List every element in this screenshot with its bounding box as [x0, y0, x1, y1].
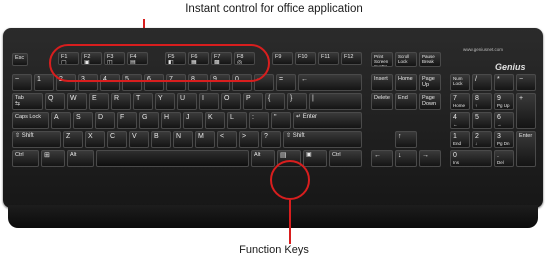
key-f[interactable]: F	[117, 112, 137, 129]
key-p[interactable]: P	[243, 93, 263, 110]
key-j[interactable]: J	[183, 112, 203, 129]
brand-logo: Genius	[495, 62, 526, 72]
key-numpad-2[interactable]: 2 ↓	[472, 131, 492, 148]
key-space[interactable]	[96, 150, 249, 167]
fn-key-highlight	[270, 160, 310, 200]
key-left-ctrl[interactable]: Ctrl	[12, 150, 39, 167]
key-period[interactable]: >	[239, 131, 259, 148]
key-right-bracket[interactable]: }	[287, 93, 307, 110]
key-left-bracket[interactable]: {	[265, 93, 285, 110]
key-num-lock[interactable]: Num Lock	[450, 74, 470, 91]
key-backslash[interactable]: |	[309, 93, 362, 110]
key-arrow-down[interactable]: ↓	[395, 150, 417, 167]
key-caps-lock[interactable]: Caps Lock	[12, 112, 49, 129]
key-enter[interactable]: ↵ Enter	[293, 112, 362, 129]
key-f9[interactable]: F9	[272, 52, 293, 65]
key-numpad-minus[interactable]: −	[516, 74, 536, 91]
key-arrow-left[interactable]: ←	[371, 150, 393, 167]
key-arrow-right[interactable]: →	[419, 150, 441, 167]
key-page-down[interactable]: Page Down	[419, 93, 441, 110]
menu-icon: ▤	[280, 152, 287, 159]
key-numpad-9[interactable]: 9 Pg Up	[494, 93, 514, 110]
key-numpad-1[interactable]: 1 End	[450, 131, 470, 148]
key-numpad-enter[interactable]: Enter	[516, 131, 536, 167]
bottom-callout-line	[289, 200, 291, 244]
key-delete[interactable]: Delete	[371, 93, 393, 110]
key-e[interactable]: E	[89, 93, 109, 110]
key-l[interactable]: L	[227, 112, 247, 129]
key-windows[interactable]: ⊞	[41, 150, 65, 167]
function-keys-callout: Function Keys	[239, 244, 309, 256]
key-n[interactable]: N	[173, 131, 193, 148]
key-numpad-6[interactable]: 6 →	[494, 112, 514, 129]
key-page-up[interactable]: Page Up	[419, 74, 441, 91]
key-c[interactable]: C	[107, 131, 127, 148]
key-numpad-multiply[interactable]: *	[494, 74, 514, 91]
key-numpad-decimal[interactable]: . Del	[494, 150, 514, 167]
key-i[interactable]: I	[199, 93, 219, 110]
key-numpad-divide[interactable]: /	[472, 74, 492, 91]
key-esc[interactable]: Esc	[12, 53, 28, 66]
key-numpad-0[interactable]: 0 Ins	[450, 150, 492, 167]
key-semicolon[interactable]: :	[249, 112, 269, 129]
key-left-alt[interactable]: Alt	[67, 150, 94, 167]
key-insert[interactable]: Insert	[371, 74, 393, 91]
key-v[interactable]: V	[129, 131, 149, 148]
key-comma[interactable]: <	[217, 131, 237, 148]
key-slash[interactable]: ?	[261, 131, 281, 148]
key-b[interactable]: B	[151, 131, 171, 148]
key-equals[interactable]: =	[276, 74, 296, 91]
key-f12[interactable]: F12	[341, 52, 362, 65]
key-m[interactable]: M	[195, 131, 215, 148]
key-numpad-3[interactable]: 3 Pg Dn	[494, 131, 514, 148]
key-numpad-7[interactable]: 7 Home	[450, 93, 470, 110]
key-numpad-4[interactable]: 4 ←	[450, 112, 470, 129]
fn-key-icon: ▣	[306, 152, 312, 158]
key-numpad-plus[interactable]: +	[516, 93, 536, 129]
key-f10[interactable]: F10	[295, 52, 316, 65]
key-f11[interactable]: F11	[318, 52, 339, 65]
palm-rest	[8, 205, 538, 228]
key-grave[interactable]: ~	[12, 74, 32, 91]
windows-icon: ⊞	[44, 152, 50, 159]
key-a[interactable]: A	[51, 112, 71, 129]
key-numpad-5[interactable]: 5	[472, 112, 492, 129]
key-print-screen[interactable]: Print Screen SysRq	[371, 52, 393, 67]
key-d[interactable]: D	[95, 112, 115, 129]
key-end[interactable]: End	[395, 93, 417, 110]
key-quote[interactable]: "	[271, 112, 291, 129]
office-control-callout: Instant control for office application	[185, 3, 363, 15]
key-s[interactable]: S	[73, 112, 93, 129]
key-o[interactable]: O	[221, 93, 241, 110]
key-right-shift[interactable]: ⇧ Shift	[283, 131, 362, 148]
key-scroll-lock[interactable]: Scroll Lock	[395, 52, 417, 67]
key-h[interactable]: H	[161, 112, 181, 129]
key-t[interactable]: T	[133, 93, 153, 110]
key-backspace[interactable]: ←	[298, 74, 362, 91]
key-y[interactable]: Y	[155, 93, 175, 110]
key-k[interactable]: K	[205, 112, 225, 129]
key-pause-break[interactable]: Pause Break	[419, 52, 441, 67]
key-q[interactable]: Q	[45, 93, 65, 110]
key-tab[interactable]: Tab ⇆	[12, 93, 43, 110]
office-keys-highlight	[49, 44, 270, 82]
key-home[interactable]: Home	[395, 74, 417, 91]
key-x[interactable]: X	[85, 131, 105, 148]
key-w[interactable]: W	[67, 93, 87, 110]
key-right-alt[interactable]: Alt	[251, 150, 275, 167]
key-numpad-8[interactable]: 8 ↑	[472, 93, 492, 110]
key-fn[interactable]: ▣	[303, 150, 327, 167]
key-right-ctrl[interactable]: Ctrl	[329, 150, 362, 167]
key-z[interactable]: Z	[63, 131, 83, 148]
key-g[interactable]: G	[139, 112, 159, 129]
key-arrow-up[interactable]: ↑	[395, 131, 417, 148]
key-1[interactable]: 1	[34, 74, 54, 91]
brand-url: www.geniusnet.com	[463, 47, 504, 52]
key-r[interactable]: R	[111, 93, 131, 110]
key-u[interactable]: U	[177, 93, 197, 110]
key-left-shift[interactable]: ⇧ Shift	[12, 131, 61, 148]
